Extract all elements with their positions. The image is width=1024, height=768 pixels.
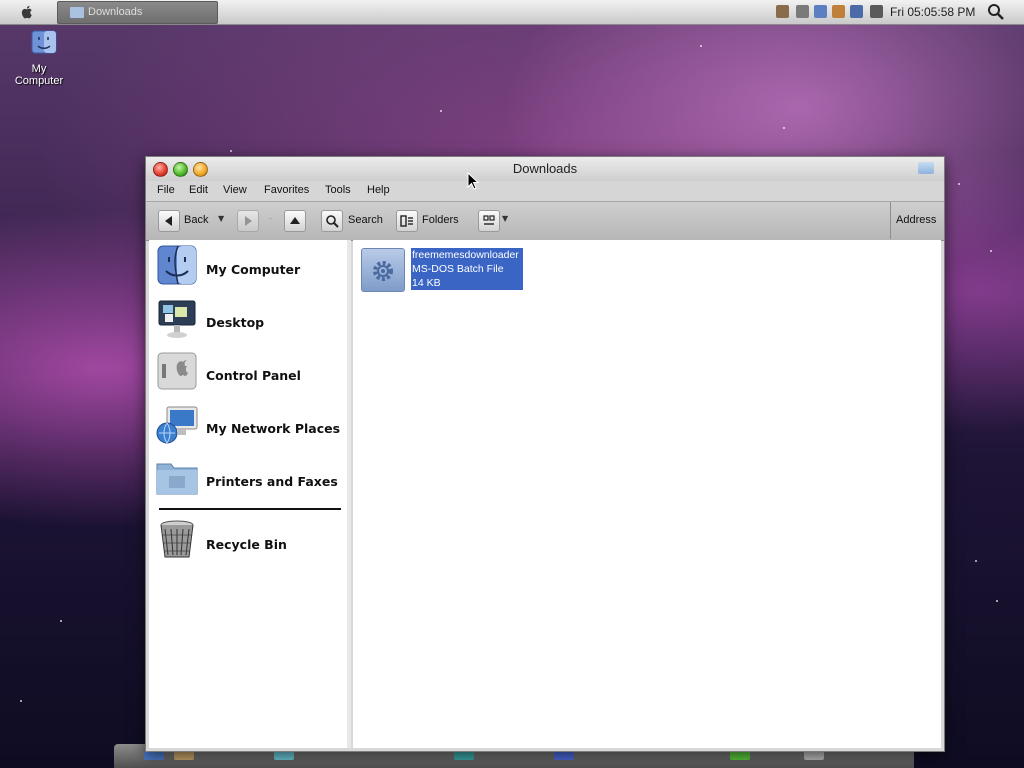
views-button[interactable] [478, 210, 500, 232]
search-icon [326, 215, 339, 228]
back-label[interactable]: Back [184, 214, 208, 226]
batch-file-gear-icon [361, 248, 405, 292]
back-dropdown-icon[interactable]: ▼ [218, 214, 224, 223]
back-button[interactable] [158, 210, 180, 232]
star [700, 45, 702, 47]
forward-arrow-icon [245, 216, 252, 226]
desktop-icon [155, 297, 199, 339]
network-tray-icon[interactable] [850, 5, 863, 18]
star [958, 183, 960, 185]
file-size: 14 KB [412, 277, 441, 289]
sidebar-item-control-panel[interactable]: Control Panel [149, 348, 347, 394]
folder-icon [70, 7, 84, 18]
back-arrow-icon [165, 216, 172, 226]
up-arrow-icon [290, 217, 300, 224]
menu-help[interactable]: Help [367, 184, 390, 196]
sidebar-item-printers[interactable]: Printers and Faxes [149, 454, 347, 500]
menu-favorites[interactable]: Favorites [264, 184, 309, 196]
taskbar-button-label: Downloads [88, 6, 143, 18]
folders-label[interactable]: Folders [422, 214, 459, 226]
file-name: freememesdownloader [412, 249, 519, 261]
volume-tray-icon[interactable] [870, 5, 883, 18]
sidebar-divider [159, 508, 341, 510]
sidebar-item-label: Desktop [206, 315, 265, 330]
views-icon [483, 215, 495, 225]
up-button[interactable] [284, 210, 306, 232]
explorer-window: Downloads File Edit View Favorites Tools… [145, 156, 945, 752]
spotlight-search-icon[interactable] [986, 3, 1006, 21]
sidebar-item-recycle-bin[interactable]: Recycle Bin [149, 517, 347, 563]
menu-file[interactable]: File [157, 184, 175, 196]
menu-view[interactable]: View [223, 184, 247, 196]
trash-icon [155, 519, 199, 561]
file-type: MS-DOS Batch File [412, 263, 504, 275]
menu-edit[interactable]: Edit [189, 184, 208, 196]
address-label: Address [896, 214, 937, 226]
finder-icon [31, 30, 57, 54]
forward-dropdown-icon[interactable]: - [269, 214, 272, 223]
finder-icon [155, 244, 199, 286]
star [60, 620, 62, 622]
forward-button[interactable] [237, 210, 259, 232]
star [20, 700, 22, 702]
sidebar: My Computer Desktop Control Panel My Net… [149, 240, 351, 748]
file-details-selected[interactable]: freememesdownloader MS-DOS Batch File 14… [411, 248, 523, 290]
toolbar-separator [890, 202, 891, 239]
menu-tools[interactable]: Tools [325, 184, 351, 196]
apple-menu-icon[interactable] [18, 3, 36, 21]
star [996, 600, 998, 602]
network-icon [155, 403, 199, 445]
sidebar-item-label: Recycle Bin [206, 537, 287, 552]
star [230, 150, 232, 152]
desktop-icon-my-computer[interactable]: My Computer [6, 28, 72, 87]
taskbar-button-downloads[interactable]: Downloads [57, 1, 218, 24]
mouse-cursor [467, 171, 480, 190]
sidebar-item-label: My Network Places [206, 421, 341, 436]
star [783, 127, 785, 129]
sidebar-item-label: Printers and Faxes [206, 474, 338, 489]
keyboard-tray-icon[interactable] [776, 5, 789, 18]
search-label[interactable]: Search [348, 214, 383, 226]
sidebar-item-label: My Computer [206, 262, 301, 277]
search-button[interactable] [321, 210, 343, 232]
window-tray-icon[interactable] [814, 5, 827, 18]
toolbar-toggle-icon[interactable] [918, 162, 934, 174]
printer-folder-icon [155, 456, 199, 498]
camera-tray-icon[interactable] [796, 5, 809, 18]
sidebar-item-label: Control Panel [206, 368, 301, 383]
window-titlebar[interactable]: Downloads [146, 157, 944, 181]
star [440, 110, 442, 112]
file-list-pane[interactable]: freememesdownloader MS-DOS Batch File 14… [353, 240, 941, 748]
control-panel-icon [155, 350, 199, 392]
top-menu-bar: Downloads Fri 05:05:58 PM [0, 0, 1024, 25]
desktop-icon-label: My Computer [14, 63, 64, 87]
menu-bar: File Edit View Favorites Tools Help [146, 181, 944, 201]
folders-button[interactable] [396, 210, 418, 232]
star [975, 560, 977, 562]
sidebar-item-my-computer[interactable]: My Computer [149, 242, 347, 288]
views-dropdown-icon[interactable]: ▼ [502, 214, 508, 223]
menubar-clock[interactable]: Fri 05:05:58 PM [890, 5, 975, 19]
file-item[interactable]: freememesdownloader MS-DOS Batch File 14… [361, 248, 531, 294]
toolbar: Back ▼ - Search Folders ▼ Address [146, 201, 944, 241]
folders-pane-icon [400, 215, 413, 227]
window-title: Downloads [512, 161, 578, 176]
sidebar-item-network[interactable]: My Network Places [149, 401, 347, 447]
sidebar-item-desktop[interactable]: Desktop [149, 295, 347, 341]
shield-tray-icon[interactable] [832, 5, 845, 18]
star [990, 250, 992, 252]
